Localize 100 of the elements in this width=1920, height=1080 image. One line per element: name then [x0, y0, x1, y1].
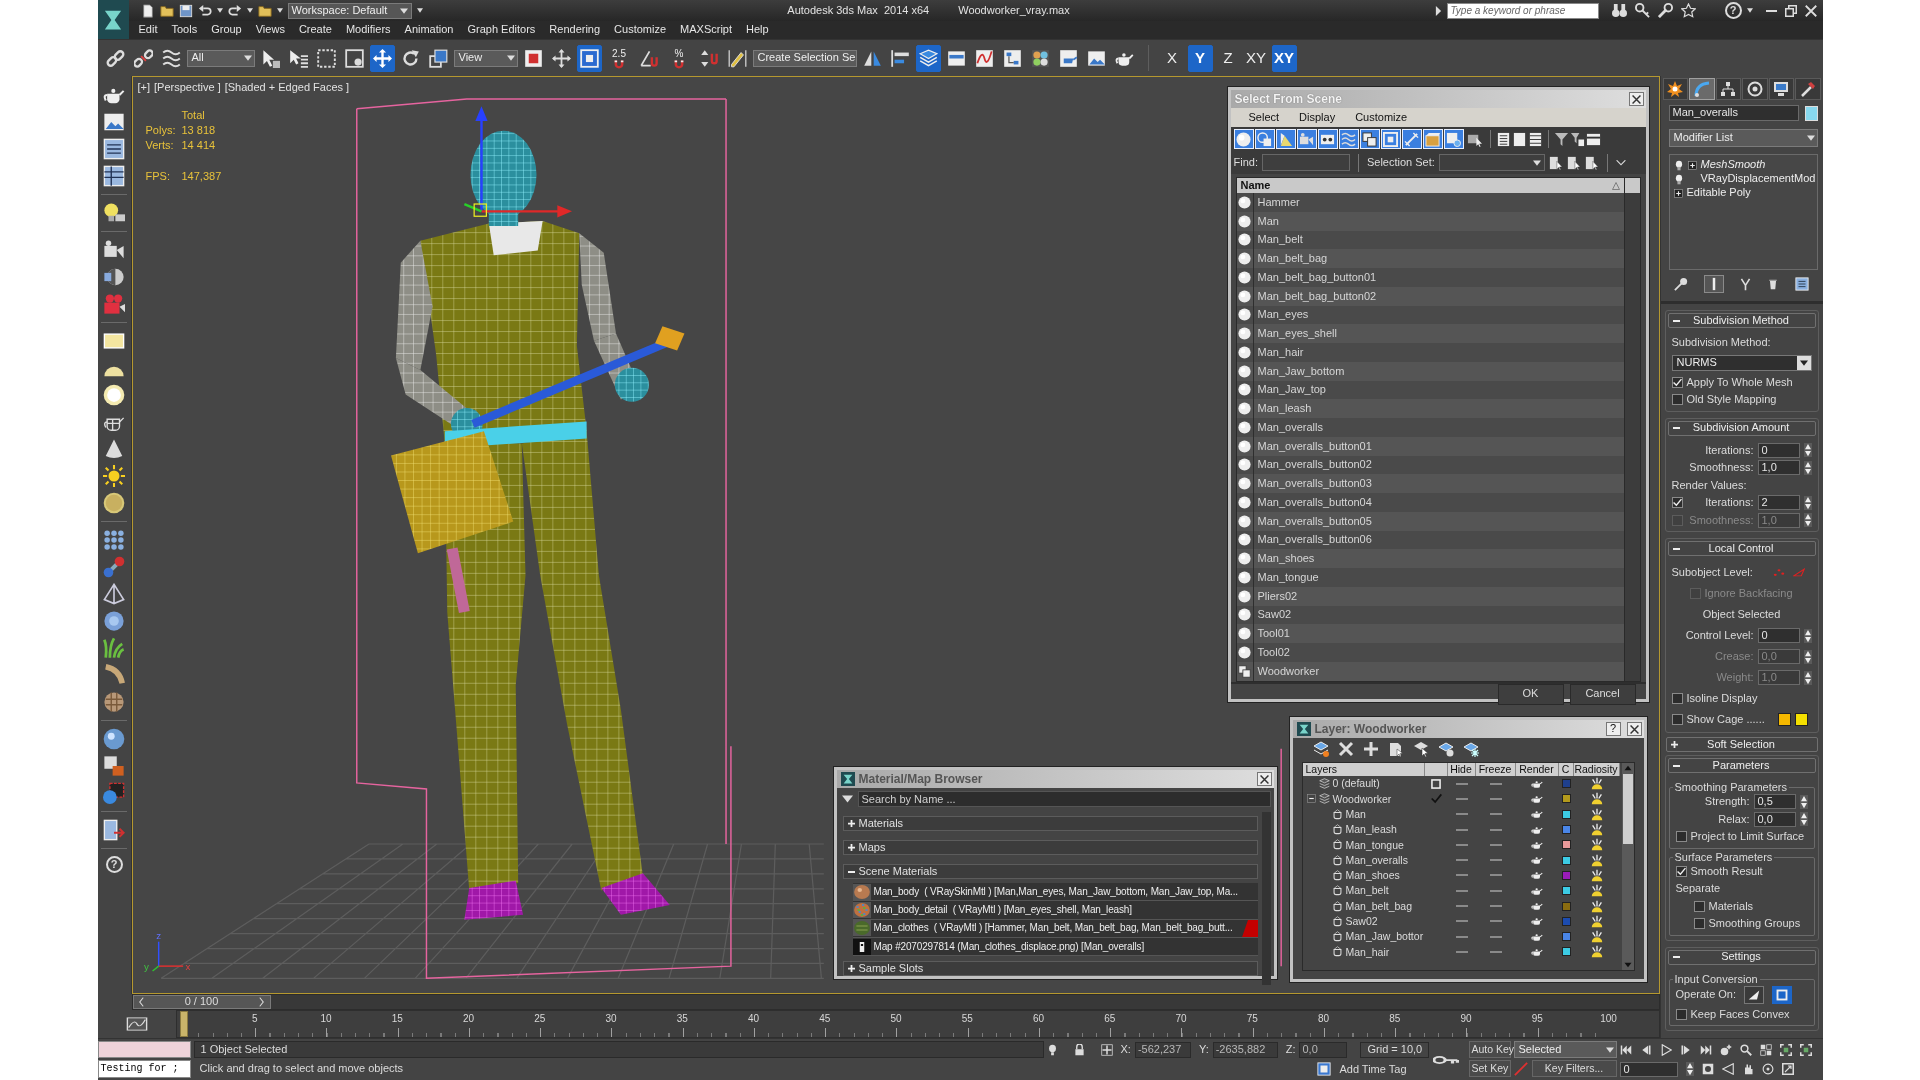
rising-sun-icon[interactable]: [1589, 823, 1604, 837]
stack-item[interactable]: MeshSmooth: [1673, 158, 1817, 172]
grass-icon[interactable]: [103, 637, 125, 659]
caret-icon[interactable]: [416, 8, 423, 13]
glowing-rectangle-icon[interactable]: [103, 330, 125, 352]
chevron-right-icon[interactable]: [258, 997, 266, 1007]
teapot-icon[interactable]: [1531, 870, 1543, 881]
skip-start-icon[interactable]: [1619, 1043, 1632, 1056]
color-swatch[interactable]: [1794, 713, 1808, 726]
rising-sun-icon[interactable]: [1589, 884, 1604, 898]
list-item[interactable]: Man_tongue: [1236, 568, 1624, 587]
axis-button[interactable]: X: [1159, 44, 1185, 72]
rising-sun-icon[interactable]: [1589, 838, 1604, 852]
layer-color-swatch[interactable]: [1561, 901, 1571, 911]
menu-item[interactable]: Create: [291, 23, 339, 37]
axis-button[interactable]: Z: [1215, 44, 1241, 72]
document-arrow-icon[interactable]: [103, 819, 125, 841]
plus-box-icon[interactable]: [1687, 160, 1697, 170]
color-swatch[interactable]: [1777, 713, 1791, 726]
dash-icon[interactable]: [1455, 905, 1468, 907]
rising-sun-icon[interactable]: [1589, 777, 1604, 791]
orbit-icon[interactable]: [1761, 1063, 1774, 1076]
coordinate-field[interactable]: 0,0: [1299, 1041, 1348, 1058]
move-button[interactable]: [369, 44, 395, 72]
layer-color-swatch[interactable]: [1561, 840, 1571, 850]
teapot-icon[interactable]: [1531, 839, 1543, 850]
dash-icon[interactable]: [1489, 935, 1502, 938]
grid-window-icon[interactable]: [103, 165, 125, 187]
sphere-frame-icon[interactable]: [103, 782, 125, 804]
chevron-left-icon[interactable]: [137, 997, 145, 1007]
spinner-arrows-icon[interactable]: [1803, 460, 1812, 475]
arrow-down-icon[interactable]: [1623, 962, 1632, 968]
checkbox[interactable]: [1671, 394, 1683, 406]
rising-sun-icon[interactable]: [1589, 899, 1604, 913]
layer-color-swatch[interactable]: [1561, 932, 1571, 942]
snap-button[interactable]: 2.5: [604, 44, 634, 72]
rising-sun-icon[interactable]: [1589, 792, 1604, 806]
delete-icon[interactable]: [1337, 740, 1354, 757]
rising-sun-icon[interactable]: [1589, 853, 1604, 867]
material-item[interactable]: Man_body_detail ( VRayMtl ) [Man_eyes_shell, Man_leash]: [852, 901, 1258, 920]
pin-icon[interactable]: [1674, 277, 1689, 291]
light-bulb-icon[interactable]: [103, 202, 125, 224]
window-list-icon[interactable]: [1794, 277, 1809, 291]
filter-toggle[interactable]: [1233, 129, 1254, 149]
add-icon[interactable]: [1362, 740, 1379, 757]
help-button[interactable]: ?: [1724, 2, 1742, 19]
checkbox[interactable]: [1675, 865, 1687, 877]
frame-field[interactable]: 0: [1619, 1061, 1678, 1077]
modifier-list-dropdown[interactable]: Modifier List: [1668, 129, 1818, 147]
object-name[interactable]: Man_overalls: [1345, 853, 1408, 867]
percent-snap-button[interactable]: %: [664, 44, 694, 72]
dash-icon[interactable]: [1455, 782, 1468, 785]
spinner-field[interactable]: 1,0: [1757, 460, 1800, 476]
binoculars-icon[interactable]: [1611, 3, 1627, 18]
caret-icon[interactable]: [276, 8, 283, 13]
menu-item[interactable]: Animation: [397, 23, 461, 37]
operate-toggle[interactable]: [1772, 986, 1793, 1004]
close-button[interactable]: [1256, 772, 1272, 786]
column-header[interactable]: Freeze: [1475, 763, 1516, 776]
list-item[interactable]: Man_leash: [1236, 399, 1624, 418]
dash-icon[interactable]: [1455, 935, 1468, 938]
timeline-ruler[interactable]: 5 10 15 20 25 30 35 40 45 50 55 60 65 70 75 80 85 90 95 100: [175, 1010, 1660, 1038]
teapot-icon[interactable]: [1531, 824, 1543, 835]
sheet-cursor-icon[interactable]: [1584, 155, 1599, 170]
list-sheet-icon[interactable]: [1495, 131, 1511, 147]
layer-color-swatch[interactable]: [1561, 779, 1571, 789]
spinner-arrows-icon[interactable]: [1799, 794, 1808, 809]
help-button[interactable]: ?: [105, 856, 123, 873]
menu-item[interactable]: Tools: [164, 23, 205, 37]
hair-strand-icon[interactable]: [103, 664, 125, 686]
listener-input-field[interactable]: [97, 1041, 191, 1058]
checkbox[interactable]: [1675, 831, 1687, 843]
checkbox[interactable]: [1693, 918, 1705, 930]
teapot-icon[interactable]: [1531, 885, 1543, 896]
dash-icon[interactable]: [1489, 905, 1502, 907]
rollout-header[interactable]: Subdivision Method: [1667, 313, 1816, 328]
dash-icon[interactable]: [1489, 874, 1502, 877]
bulb-icon[interactable]: [1673, 173, 1684, 185]
dash-icon[interactable]: [1489, 797, 1502, 800]
spinner-arrows-icon[interactable]: [1799, 812, 1808, 827]
layer-cursor-icon[interactable]: [1412, 740, 1429, 757]
stack-item[interactable]: VRayDisplacementMod: [1673, 172, 1817, 186]
down-chevron-icon[interactable]: [1615, 159, 1626, 166]
menu-item[interactable]: Help: [739, 23, 776, 37]
panel-tab[interactable]: [1715, 78, 1741, 100]
search-field[interactable]: Type a keyword or phrase: [1446, 2, 1599, 19]
triangle-down-icon[interactable]: [841, 795, 853, 803]
layer-name[interactable]: Woodworker: [1332, 792, 1392, 806]
picture-window-icon[interactable]: [103, 111, 125, 133]
glossy-ball-icon[interactable]: [103, 610, 125, 632]
layer-manager-button[interactable]: [915, 44, 941, 72]
corner-frame-icon[interactable]: [1779, 1043, 1792, 1056]
skip-end-icon[interactable]: [1699, 1043, 1712, 1056]
half-sphere-icon[interactable]: [103, 266, 125, 288]
wire-pyramid-icon[interactable]: [103, 583, 125, 605]
time-slider-thumb[interactable]: 0 / 100: [132, 995, 271, 1009]
filter-toggle[interactable]: [1296, 129, 1317, 149]
layer-color-swatch[interactable]: [1561, 916, 1571, 926]
list-item[interactable]: Man_overalls_button04: [1236, 493, 1624, 512]
dash-icon[interactable]: [1455, 797, 1468, 800]
